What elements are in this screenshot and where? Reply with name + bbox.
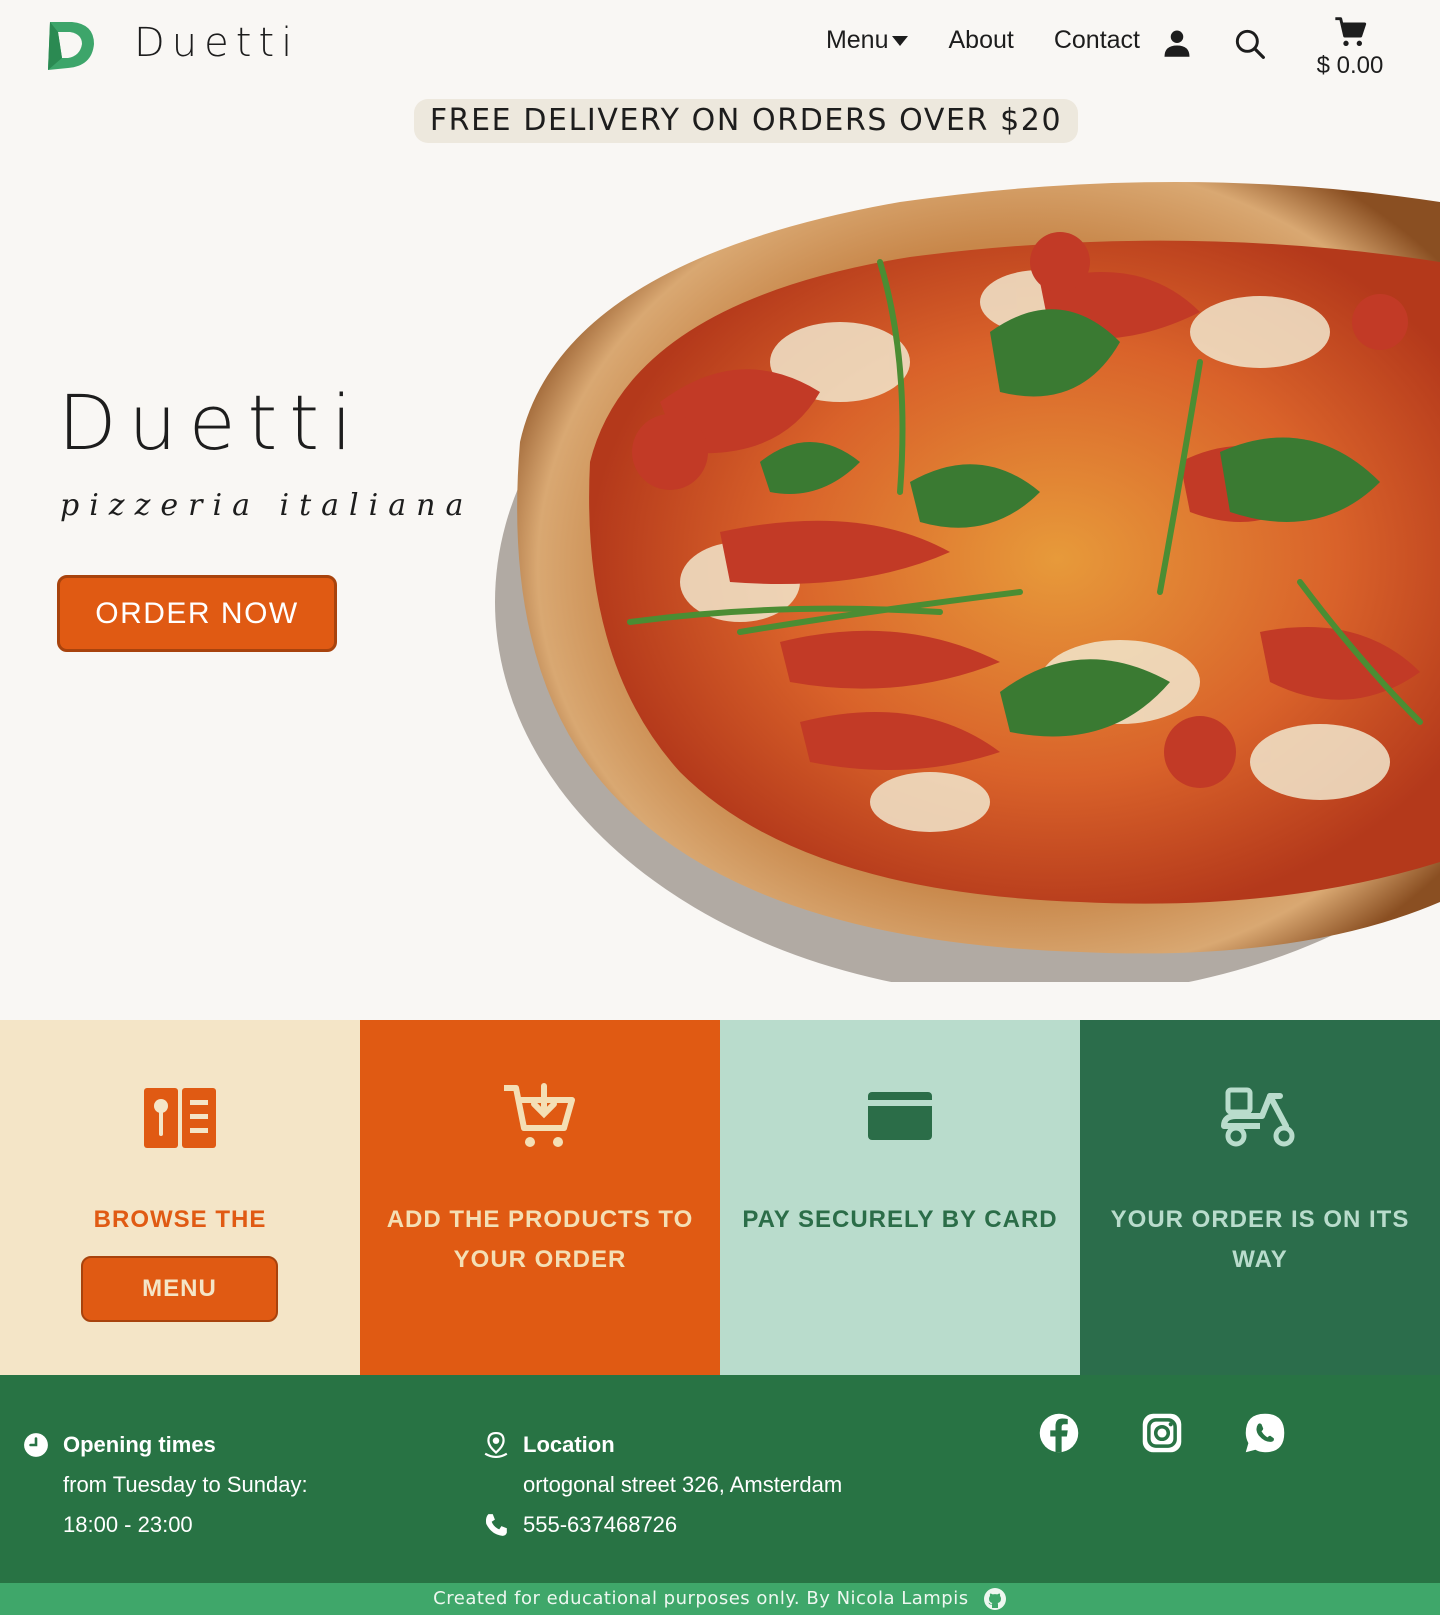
site-footer: Opening times from Tuesday to Sunday: 18…: [0, 1375, 1440, 1583]
step-2-text: ADD THE PRODUCTS TO YOUR ORDER: [386, 1206, 694, 1273]
duetti-logo-icon[interactable]: [44, 18, 96, 72]
instagram-icon[interactable]: [1141, 1412, 1183, 1454]
phone-number[interactable]: 555-637468726: [523, 1512, 677, 1538]
nav-about-link[interactable]: About: [948, 26, 1013, 55]
step-browse-menu: BROWSE THE MENU: [0, 1020, 360, 1375]
location-address[interactable]: ortogonal street 326, Amsterdam: [523, 1472, 842, 1498]
cart-total: $ 0.00: [1316, 52, 1384, 79]
nav-contact-link[interactable]: Contact: [1054, 26, 1140, 55]
search-icon[interactable]: [1234, 28, 1266, 60]
step-1-text: BROWSE THE: [93, 1206, 267, 1233]
how-it-works-steps: BROWSE THE MENU ADD THE PRODUCTS TO YOUR…: [0, 1020, 1440, 1375]
free-delivery-banner: FREE DELIVERY ON ORDERS OVER $20: [414, 99, 1078, 143]
opening-hours: 18:00 - 23:00: [63, 1512, 193, 1537]
menu-book-icon: [144, 1088, 216, 1148]
pizza-hero-image: [495, 182, 1440, 982]
step-add-products: ADD THE PRODUCTS TO YOUR ORDER: [360, 1020, 720, 1375]
opening-days: from Tuesday to Sunday:: [63, 1472, 308, 1497]
hero-subtitle: pizzeria italiana: [60, 488, 474, 523]
browse-menu-button[interactable]: MENU: [81, 1256, 278, 1322]
scooter-icon: [1221, 1087, 1295, 1147]
social-links: [1038, 1412, 1347, 1454]
step-order-on-way: YOUR ORDER IS ON ITS WAY: [1080, 1020, 1440, 1375]
credit-card-icon: [868, 1092, 932, 1140]
location-heading: Location: [523, 1432, 615, 1457]
clock-icon: [24, 1433, 48, 1457]
nav-menu-label: Menu: [825, 26, 889, 54]
whatsapp-icon[interactable]: [1244, 1412, 1286, 1454]
main-nav: Menu About Contact: [826, 26, 1140, 55]
hero-title: Duetti: [58, 378, 365, 467]
user-account-icon[interactable]: [1162, 28, 1192, 58]
credits-bar: Created for educational purposes only. B…: [0, 1583, 1440, 1615]
facebook-icon[interactable]: [1038, 1412, 1080, 1454]
step-3-text: PAY SECURELY BY CARD: [742, 1206, 1058, 1233]
order-now-button[interactable]: ORDER NOW: [57, 575, 337, 652]
github-icon[interactable]: [983, 1587, 1007, 1611]
caret-down-icon: [892, 35, 909, 46]
shopping-cart-icon: [1335, 17, 1367, 46]
cart-widget[interactable]: $ 0.00: [1310, 16, 1390, 80]
location-info: Location ortogonal street 326, Amsterdam…: [484, 1425, 842, 1545]
site-header: Duetti Menu About Contact $ 0.00: [0, 0, 1440, 95]
credits-text: Created for educational purposes only. B…: [433, 1588, 969, 1609]
location-pin-icon: [484, 1432, 508, 1458]
step-4-text: YOUR ORDER IS ON ITS WAY: [1110, 1206, 1410, 1273]
phone-icon: [485, 1514, 507, 1536]
opening-times-heading: Opening times: [63, 1432, 216, 1457]
nav-menu-dropdown[interactable]: Menu: [826, 26, 909, 55]
step-pay-card: PAY SECURELY BY CARD: [720, 1020, 1080, 1375]
cart-add-icon: [504, 1083, 575, 1147]
brand-name[interactable]: Duetti: [134, 20, 299, 66]
opening-times: Opening times from Tuesday to Sunday: 18…: [24, 1425, 308, 1545]
